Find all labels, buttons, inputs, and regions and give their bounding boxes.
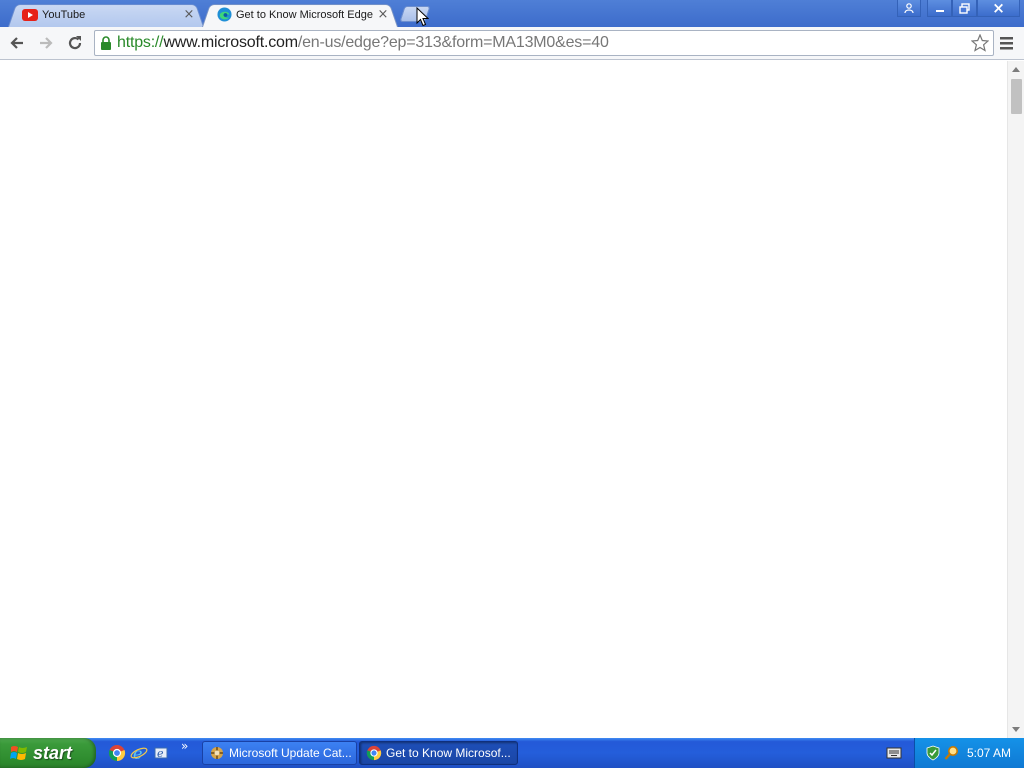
chrome-icon [366, 745, 382, 761]
youtube-icon [22, 7, 38, 23]
forward-arrow-icon [40, 37, 53, 49]
bookmark-star-icon[interactable] [971, 34, 989, 52]
browser-titlebar: YouTube × Get to Know Microsoft Edge × × [0, 0, 1024, 28]
outlook-express-icon[interactable]: e [153, 744, 171, 762]
url-scheme: https:// [117, 34, 164, 51]
back-button[interactable] [6, 32, 28, 54]
internet-explorer-icon[interactable]: e [130, 744, 148, 762]
tab-title: Get to Know Microsoft Edge [236, 8, 373, 21]
tab-close-icon[interactable]: × [182, 7, 196, 22]
address-bar[interactable]: https://www.microsoft.com/en-us/edge?ep=… [94, 30, 994, 56]
minimize-button[interactable] [927, 0, 952, 17]
start-button[interactable]: start [0, 738, 96, 768]
lock-icon [95, 36, 117, 50]
quick-launch-more-icon[interactable]: » [181, 739, 188, 753]
svg-text:e: e [157, 747, 164, 760]
reload-button[interactable] [64, 32, 86, 54]
scroll-down-icon[interactable] [1012, 727, 1020, 732]
taskbar-item-microsoft-edge[interactable]: Get to Know Microsof... [359, 741, 518, 765]
taskbar: start e e » Microsoft Update Cat... Get … [0, 738, 1024, 768]
browser-toolbar: https://www.microsoft.com/en-us/edge?ep=… [0, 27, 1024, 60]
forward-button[interactable] [35, 32, 57, 54]
system-tray: 5:07 AM [914, 738, 1024, 768]
user-icon [904, 3, 914, 13]
scroll-up-icon[interactable] [1012, 67, 1020, 72]
tab-youtube[interactable]: YouTube × [8, 2, 204, 28]
mouse-cursor-icon [416, 7, 429, 27]
reload-icon [68, 36, 82, 50]
tab-microsoft-edge[interactable]: Get to Know Microsoft Edge × [202, 2, 398, 28]
start-label: start [33, 742, 73, 763]
profile-button[interactable] [897, 0, 921, 17]
taskbar-item-label: Get to Know Microsof... [386, 746, 511, 760]
restore-icon [959, 2, 970, 14]
vertical-scrollbar[interactable] [1007, 61, 1024, 738]
restore-button[interactable] [952, 0, 977, 17]
address-url: https://www.microsoft.com/en-us/edge?ep=… [117, 34, 609, 52]
edge-icon [216, 7, 232, 23]
taskbar-item-label: Microsoft Update Cat... [229, 746, 352, 760]
tab-title: YouTube [42, 8, 86, 21]
chrome-icon[interactable] [108, 744, 126, 762]
tab-close-icon[interactable]: × [376, 7, 390, 22]
window-close-button[interactable]: × [977, 0, 1020, 17]
back-arrow-icon [10, 37, 23, 49]
svg-text:e: e [133, 744, 142, 762]
windows-logo-icon [10, 746, 27, 760]
url-path: /en-us/edge?ep=313&form=MA13M0&es=40 [297, 34, 609, 51]
taskbar-item-update-catalog[interactable]: Microsoft Update Cat... [202, 741, 357, 765]
clock: 5:07 AM [967, 746, 1012, 760]
menu-icon[interactable] [999, 34, 1015, 52]
scrollbar-thumb[interactable] [1011, 79, 1022, 114]
page-content[interactable] [0, 61, 1007, 738]
url-host: www.microsoft.com [163, 34, 298, 51]
security-shield-icon[interactable] [925, 745, 941, 761]
update-catalog-icon [211, 747, 223, 759]
minimize-icon [935, 10, 944, 12]
keyboard-icon[interactable] [886, 746, 902, 760]
search-magnifier-icon[interactable] [944, 745, 960, 761]
